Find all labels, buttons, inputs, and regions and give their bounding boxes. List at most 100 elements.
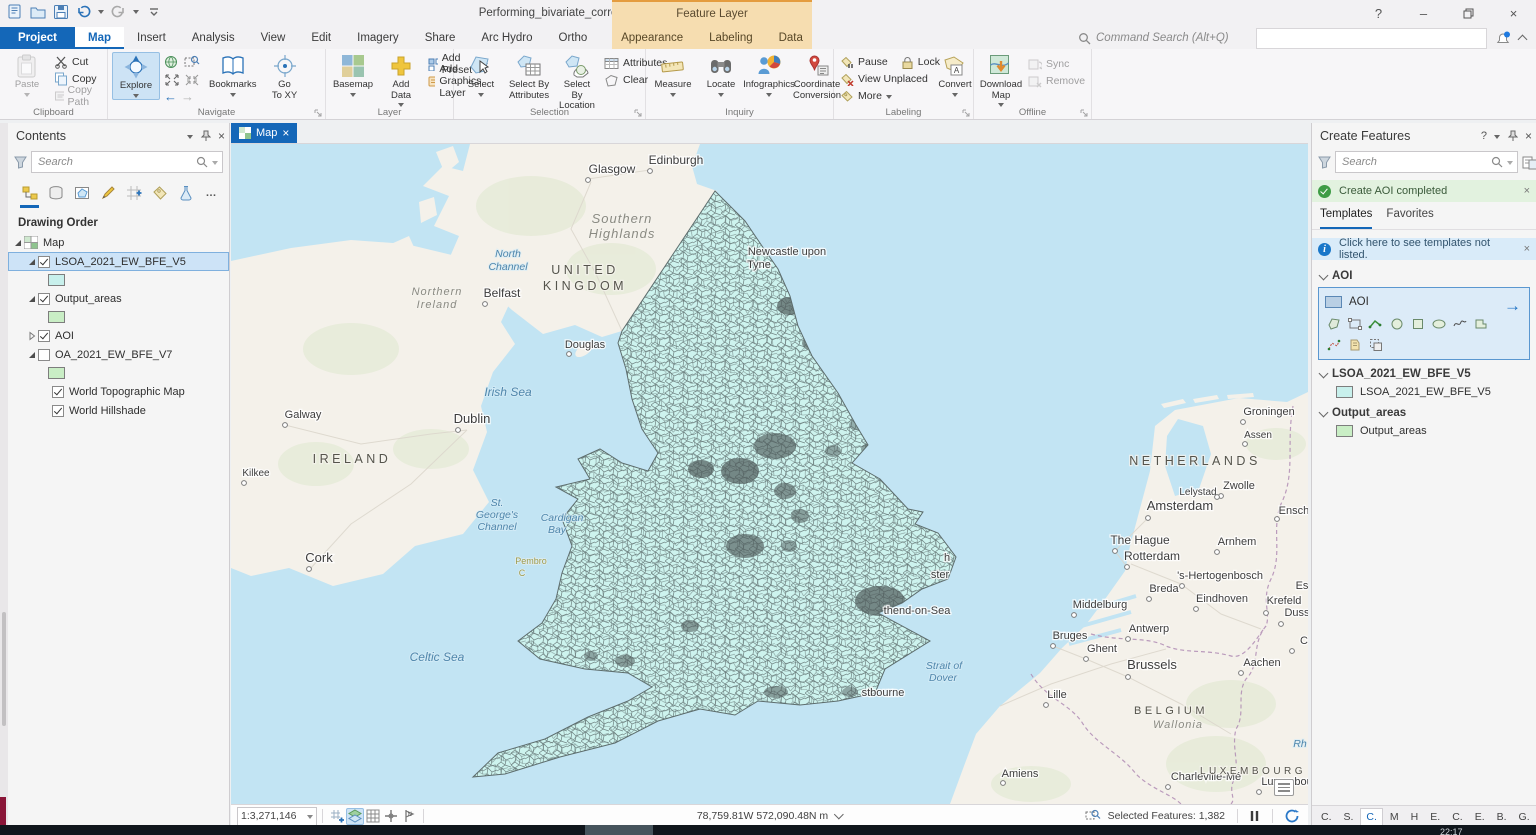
ribbon-tab-analysis[interactable]: Analysis: [179, 27, 248, 49]
tool-trace-icon[interactable]: [1325, 336, 1342, 353]
layer-visibility-checkbox[interactable]: [52, 405, 64, 417]
command-search-input[interactable]: [1256, 28, 1487, 49]
map-notification-icon[interactable]: [1274, 779, 1294, 796]
tool-autocomplete-icon[interactable]: [1367, 336, 1384, 353]
dock-tab-0[interactable]: C.: [1316, 809, 1337, 825]
template-group-aoi[interactable]: AOI: [1312, 264, 1536, 285]
filter-icon[interactable]: [1318, 156, 1331, 169]
minimize-button[interactable]: –: [1401, 0, 1446, 27]
tool-stamp-icon[interactable]: [1346, 336, 1363, 353]
snapping-icon[interactable]: [122, 181, 145, 205]
bookmarks-button[interactable]: Bookmarks: [206, 52, 260, 98]
basemap-button[interactable]: Basemap: [330, 52, 376, 98]
add-grid-icon[interactable]: [328, 808, 346, 825]
coordinate-readout[interactable]: 78,759.81W 572,090.48N m: [697, 810, 842, 822]
notifications-bell-icon[interactable]: [1495, 31, 1511, 46]
expander-icon[interactable]: [26, 257, 38, 267]
refresh-icon[interactable]: [1285, 809, 1300, 823]
data-source-icon[interactable]: [44, 181, 67, 205]
copy-path-button[interactable]: Copy Path: [52, 88, 103, 104]
windows-taskbar[interactable]: 22:17: [0, 825, 1536, 835]
dock-tab-8[interactable]: B.: [1492, 809, 1512, 825]
ribbon-tab-map[interactable]: Map: [75, 27, 124, 49]
tool-right-polygon-icon[interactable]: [1472, 315, 1489, 332]
undo-icon[interactable]: [75, 3, 92, 20]
navigate-launcher-icon[interactable]: [314, 109, 322, 117]
symbology-icon[interactable]: [174, 181, 197, 205]
expander-icon[interactable]: [26, 294, 38, 304]
labeling-icon[interactable]: [148, 181, 171, 205]
map-canvas[interactable]: GlasgowEdinburghBelfastNewcastle uponTyn…: [231, 144, 1308, 804]
template-item-output-areas[interactable]: Output_areas: [1312, 422, 1536, 440]
tool-rectangle-icon[interactable]: [1409, 315, 1426, 332]
more-labeling-button[interactable]: More: [838, 88, 930, 104]
go-to-xy-button[interactable]: Go To XY: [262, 52, 308, 102]
infographics-button[interactable]: Infographics: [746, 52, 792, 98]
map-view-tab[interactable]: Map ×: [231, 123, 297, 143]
grid-icon[interactable]: [364, 808, 382, 825]
template-group-output-areas[interactable]: Output_areas: [1312, 401, 1536, 422]
dismiss-banner-icon[interactable]: ×: [1524, 185, 1530, 197]
ribbon-tab-view[interactable]: View: [248, 27, 299, 49]
cf-tab-favorites[interactable]: Favorites: [1386, 208, 1433, 229]
measure-button[interactable]: Measure: [650, 52, 696, 98]
ribbon-tab-edit[interactable]: Edit: [298, 27, 344, 49]
cut-button[interactable]: Cut: [52, 54, 103, 70]
snap-layers-icon[interactable]: [346, 808, 364, 825]
pause-drawing-icon[interactable]: [1250, 810, 1260, 822]
ribbon-tab-ortho[interactable]: Ortho: [546, 27, 601, 49]
template-item-lsoa-2021-ew-bfe-v5[interactable]: LSOA_2021_EW_BFE_V5: [1312, 383, 1536, 401]
ribbon-tab-appearance[interactable]: Appearance: [608, 27, 696, 49]
layer-symbol-swatch[interactable]: [8, 271, 229, 289]
dock-tab-4[interactable]: H: [1406, 809, 1424, 825]
crosshair-icon[interactable]: [382, 808, 400, 825]
contents-search-box[interactable]: [31, 151, 223, 173]
remove-map-button[interactable]: Remove: [1026, 73, 1087, 89]
activate-template-arrow-icon[interactable]: →: [1504, 296, 1521, 316]
paste-button[interactable]: Paste: [4, 52, 50, 98]
panel-menu-icon[interactable]: [187, 135, 193, 139]
offline-launcher-icon[interactable]: [1080, 109, 1088, 117]
contents-search-input[interactable]: [36, 155, 192, 169]
collapse-ribbon-icon[interactable]: [1518, 35, 1528, 45]
layer-item-map[interactable]: Map: [8, 233, 229, 252]
close-button[interactable]: ×: [1491, 0, 1536, 27]
search-options-icon[interactable]: [1507, 161, 1513, 165]
dock-tab-5[interactable]: E.: [1425, 809, 1445, 825]
tool-freehand-icon[interactable]: [1451, 315, 1468, 332]
dock-tab-6[interactable]: C.: [1447, 809, 1468, 825]
previous-next-extent-buttons[interactable]: ← →: [162, 88, 204, 104]
download-map-button[interactable]: Download Map: [978, 52, 1024, 108]
pin-icon[interactable]: [200, 130, 211, 142]
open-project-icon[interactable]: [29, 3, 46, 20]
layer-symbol-swatch[interactable]: [8, 364, 229, 382]
taskbar-active-app[interactable]: [585, 825, 653, 835]
close-panel-icon[interactable]: ×: [1525, 123, 1532, 149]
view-unplaced-button[interactable]: View Unplaced: [838, 71, 930, 87]
layer-symbol-swatch[interactable]: [8, 308, 229, 326]
command-search-label[interactable]: Command Search (Alt+Q): [1078, 32, 1248, 45]
undo-dropdown-icon[interactable]: [98, 10, 104, 14]
organize-templates-icon[interactable]: [1522, 155, 1536, 170]
template-group-lsoa-2021-ew-bfe-v5[interactable]: LSOA_2021_EW_BFE_V5: [1312, 362, 1536, 383]
search-options-icon[interactable]: [212, 161, 218, 165]
pause-labeling-button[interactable]: Pause: [838, 54, 890, 70]
save-project-icon[interactable]: [52, 3, 69, 20]
tool-line-icon[interactable]: [1367, 315, 1384, 332]
help-button[interactable]: ?: [1356, 0, 1401, 27]
ribbon-tab-data[interactable]: Data: [766, 27, 816, 49]
layer-item-world-topographic-map[interactable]: World Topographic Map: [8, 382, 229, 401]
tool-circle-icon[interactable]: [1388, 315, 1405, 332]
cf-tab-templates[interactable]: Templates: [1320, 208, 1372, 229]
template-card-aoi[interactable]: AOI→: [1318, 287, 1530, 360]
gutter-scrollbar[interactable]: [2, 612, 6, 726]
layer-visibility-checkbox[interactable]: [38, 256, 50, 268]
ribbon-tab-insert[interactable]: Insert: [124, 27, 179, 49]
layer-item-world-hillshade[interactable]: World Hillshade: [8, 401, 229, 420]
explore-button[interactable]: Explore: [112, 52, 160, 100]
sync-button[interactable]: Sync: [1026, 56, 1087, 72]
layer-visibility-checkbox[interactable]: [52, 386, 64, 398]
tool-bounding-rectangle-icon[interactable]: [1346, 315, 1363, 332]
expander-icon[interactable]: [12, 238, 24, 248]
ribbon-tab-project[interactable]: Project: [0, 27, 75, 49]
